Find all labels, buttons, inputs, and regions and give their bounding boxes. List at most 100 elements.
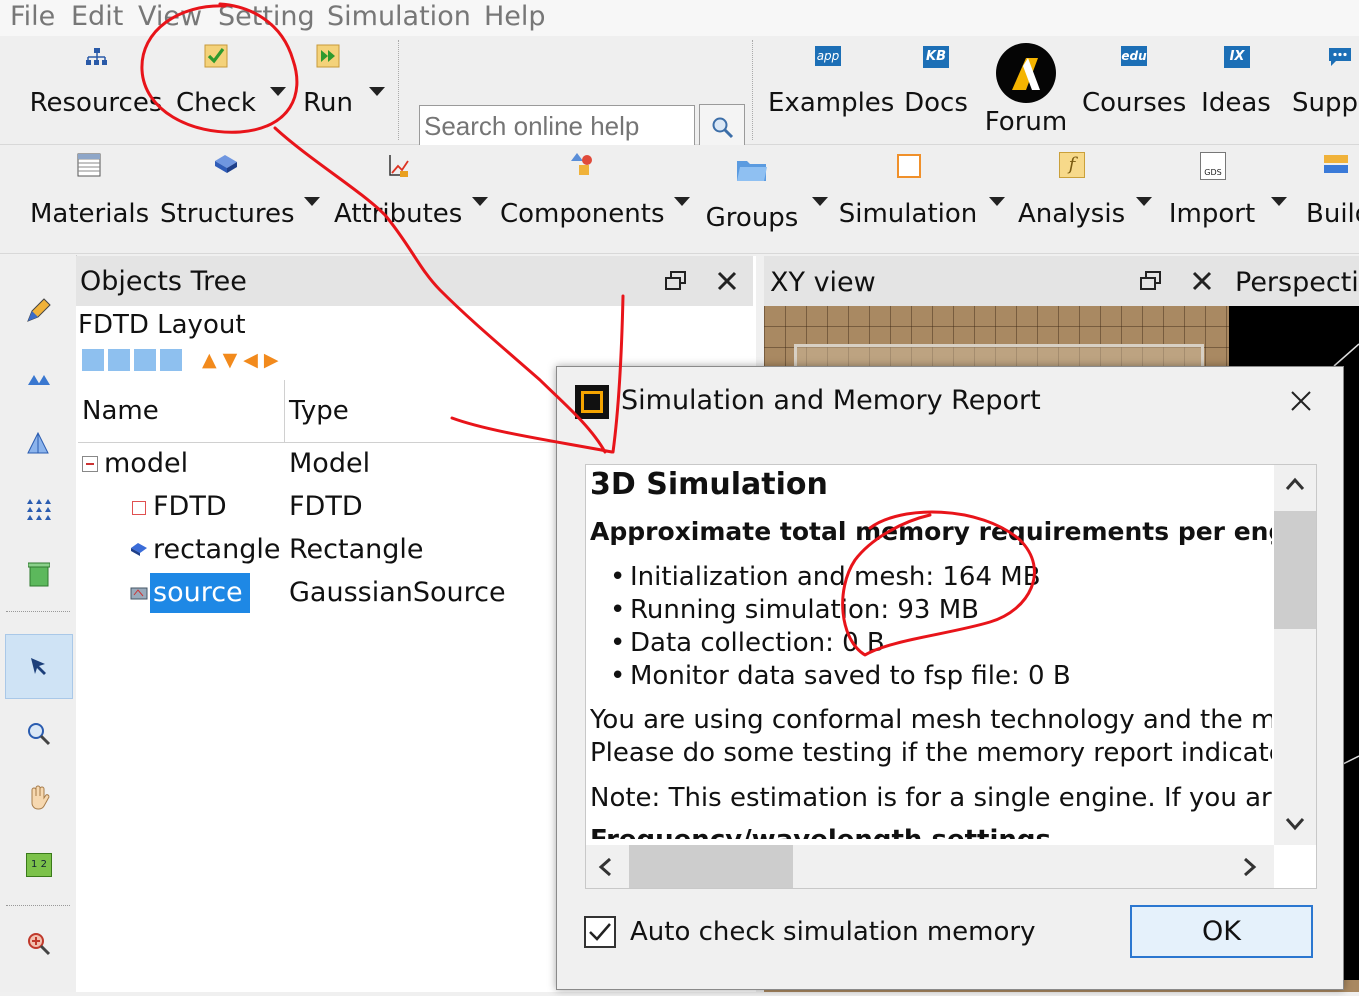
analysis-function-icon: f xyxy=(1059,152,1085,178)
simulation-button[interactable]: Simulation xyxy=(838,145,978,253)
menu-setting[interactable]: Setting xyxy=(218,0,315,34)
scroll-down-icon[interactable] xyxy=(1285,817,1305,831)
column-name-header[interactable]: Name xyxy=(82,396,159,426)
check-icon xyxy=(204,44,228,68)
menu-view[interactable]: View xyxy=(138,0,202,34)
vertical-scrollbar[interactable] xyxy=(1274,465,1316,845)
structures-icon xyxy=(215,155,237,173)
simulation-dropdown-arrow-icon[interactable] xyxy=(989,197,1005,206)
move-up-icon[interactable]: ▲ xyxy=(202,349,223,371)
attributes-button[interactable]: Attributes xyxy=(334,145,462,253)
horizontal-scroll-thumb[interactable] xyxy=(629,845,793,888)
add-group-icon[interactable] xyxy=(108,349,130,371)
next-section-heading: Frequency/wavelength settings xyxy=(590,825,1272,839)
tree-item-name: source xyxy=(153,577,243,608)
close-panel-icon[interactable] xyxy=(1192,271,1212,291)
scroll-left-icon[interactable] xyxy=(598,857,612,877)
mirror-icon[interactable] xyxy=(26,431,52,455)
dialog-app-icon xyxy=(575,385,609,419)
analysis-dropdown-arrow-icon[interactable] xyxy=(1136,197,1152,206)
xy-view-title: XY view xyxy=(770,267,876,298)
structures-button[interactable]: Structures xyxy=(160,145,295,253)
forum-button[interactable]: Forum xyxy=(980,36,1072,144)
search-input[interactable] xyxy=(419,105,695,147)
materials-button[interactable]: Materials xyxy=(30,145,149,253)
add-item-icon[interactable] xyxy=(134,349,156,371)
report-content-area[interactable]: 3D Simulation Approximate total memory r… xyxy=(585,464,1317,889)
dialog-title: Simulation and Memory Report xyxy=(621,385,1041,416)
restore-window-icon[interactable] xyxy=(665,271,687,291)
bullet-dot: • xyxy=(610,595,626,625)
zoom-icon[interactable] xyxy=(26,721,52,747)
build-label: Build xyxy=(1306,199,1359,229)
close-panel-icon[interactable] xyxy=(717,271,737,291)
vertical-scroll-thumb[interactable] xyxy=(1274,511,1316,629)
dialog-close-icon[interactable] xyxy=(1290,390,1312,412)
tree-row[interactable]: source GaussianSource xyxy=(78,573,556,617)
menu-help[interactable]: Help xyxy=(484,0,546,34)
import-button[interactable]: GDS Import xyxy=(1164,145,1260,253)
kb-icon: KB xyxy=(923,46,949,68)
tree-item-type: Rectangle xyxy=(289,534,424,565)
search-button[interactable] xyxy=(699,104,745,148)
groups-button[interactable]: Groups xyxy=(700,145,804,253)
pan-hand-icon[interactable] xyxy=(27,785,51,811)
select-arrow-icon xyxy=(31,658,46,675)
check-dropdown-arrow-icon[interactable] xyxy=(270,87,286,96)
menu-simulation[interactable]: Simulation xyxy=(327,0,471,34)
groups-dropdown-arrow-icon[interactable] xyxy=(812,197,828,206)
build-button[interactable]: Build xyxy=(1300,145,1359,253)
support-button[interactable]: Suppo xyxy=(1290,36,1359,144)
horizontal-scrollbar[interactable] xyxy=(586,845,1274,888)
note-line: Note: This estimation is for a single en… xyxy=(590,783,1272,813)
move-down-icon[interactable]: ▼ xyxy=(223,349,244,371)
restore-window-icon[interactable] xyxy=(1140,271,1162,291)
menu-edit[interactable]: Edit xyxy=(71,0,123,34)
tree-item-name: FDTD xyxy=(153,491,227,522)
tree-row[interactable]: FDTD FDTD xyxy=(78,489,556,531)
analysis-button[interactable]: f Analysis xyxy=(1018,145,1125,253)
resources-button[interactable]: Resources xyxy=(28,36,164,144)
memory-report-dialog: Simulation and Memory Report 3D Simulati… xyxy=(556,366,1344,990)
courses-label: Courses xyxy=(1082,88,1187,118)
move-left-icon[interactable]: ◀ xyxy=(243,349,264,371)
tree-row[interactable]: model Model xyxy=(78,446,556,488)
courses-button[interactable]: edu Courses xyxy=(1082,36,1186,144)
scroll-right-icon[interactable] xyxy=(1243,857,1257,877)
ungroup-icon[interactable] xyxy=(160,349,182,371)
import-dropdown-arrow-icon[interactable] xyxy=(1271,197,1287,206)
forum-logo-icon xyxy=(996,43,1056,103)
add-structure-icon[interactable] xyxy=(82,349,104,371)
ideas-icon: IX xyxy=(1224,46,1250,68)
components-label: Components xyxy=(500,199,665,229)
forum-label: Forum xyxy=(984,107,1068,137)
run-dropdown-arrow-icon[interactable] xyxy=(369,87,385,96)
structures-dropdown-arrow-icon[interactable] xyxy=(304,197,320,206)
run-button[interactable]: Run xyxy=(297,36,359,144)
menu-file[interactable]: File xyxy=(10,0,55,34)
column-type-header[interactable]: Type xyxy=(289,396,349,426)
design-toolbar: Materials Structures Attributes Componen… xyxy=(0,145,1359,254)
delete-trash-icon[interactable] xyxy=(28,561,50,587)
ruler-icon[interactable]: 1 2 xyxy=(26,853,52,877)
auto-check-checkbox[interactable] xyxy=(584,916,616,948)
report-subheading: Approximate total memory requirements pe… xyxy=(590,517,1272,546)
components-button[interactable]: Components xyxy=(500,145,665,253)
scroll-up-icon[interactable] xyxy=(1285,477,1305,491)
edit-pencil-icon[interactable] xyxy=(26,297,52,323)
rotate-icon[interactable] xyxy=(26,367,52,389)
docs-button[interactable]: KB Docs xyxy=(898,36,974,144)
select-tool-button[interactable] xyxy=(5,634,73,699)
ideas-button[interactable]: IX Ideas xyxy=(1196,36,1276,144)
check-button[interactable]: Check xyxy=(172,36,260,144)
attributes-dropdown-arrow-icon[interactable] xyxy=(472,197,488,206)
ok-button[interactable]: OK xyxy=(1130,905,1313,958)
auto-check-label[interactable]: Auto check simulation memory xyxy=(630,917,1035,947)
move-right-icon[interactable]: ▶ xyxy=(264,349,285,371)
tree-row[interactable]: rectangle Rectangle xyxy=(78,532,556,574)
expand-collapse-icon[interactable] xyxy=(82,456,98,472)
examples-button[interactable]: app Examples xyxy=(768,36,894,144)
zoom-extent-icon[interactable] xyxy=(26,931,52,957)
components-dropdown-arrow-icon[interactable] xyxy=(674,197,690,206)
array-icon[interactable] xyxy=(26,497,52,521)
